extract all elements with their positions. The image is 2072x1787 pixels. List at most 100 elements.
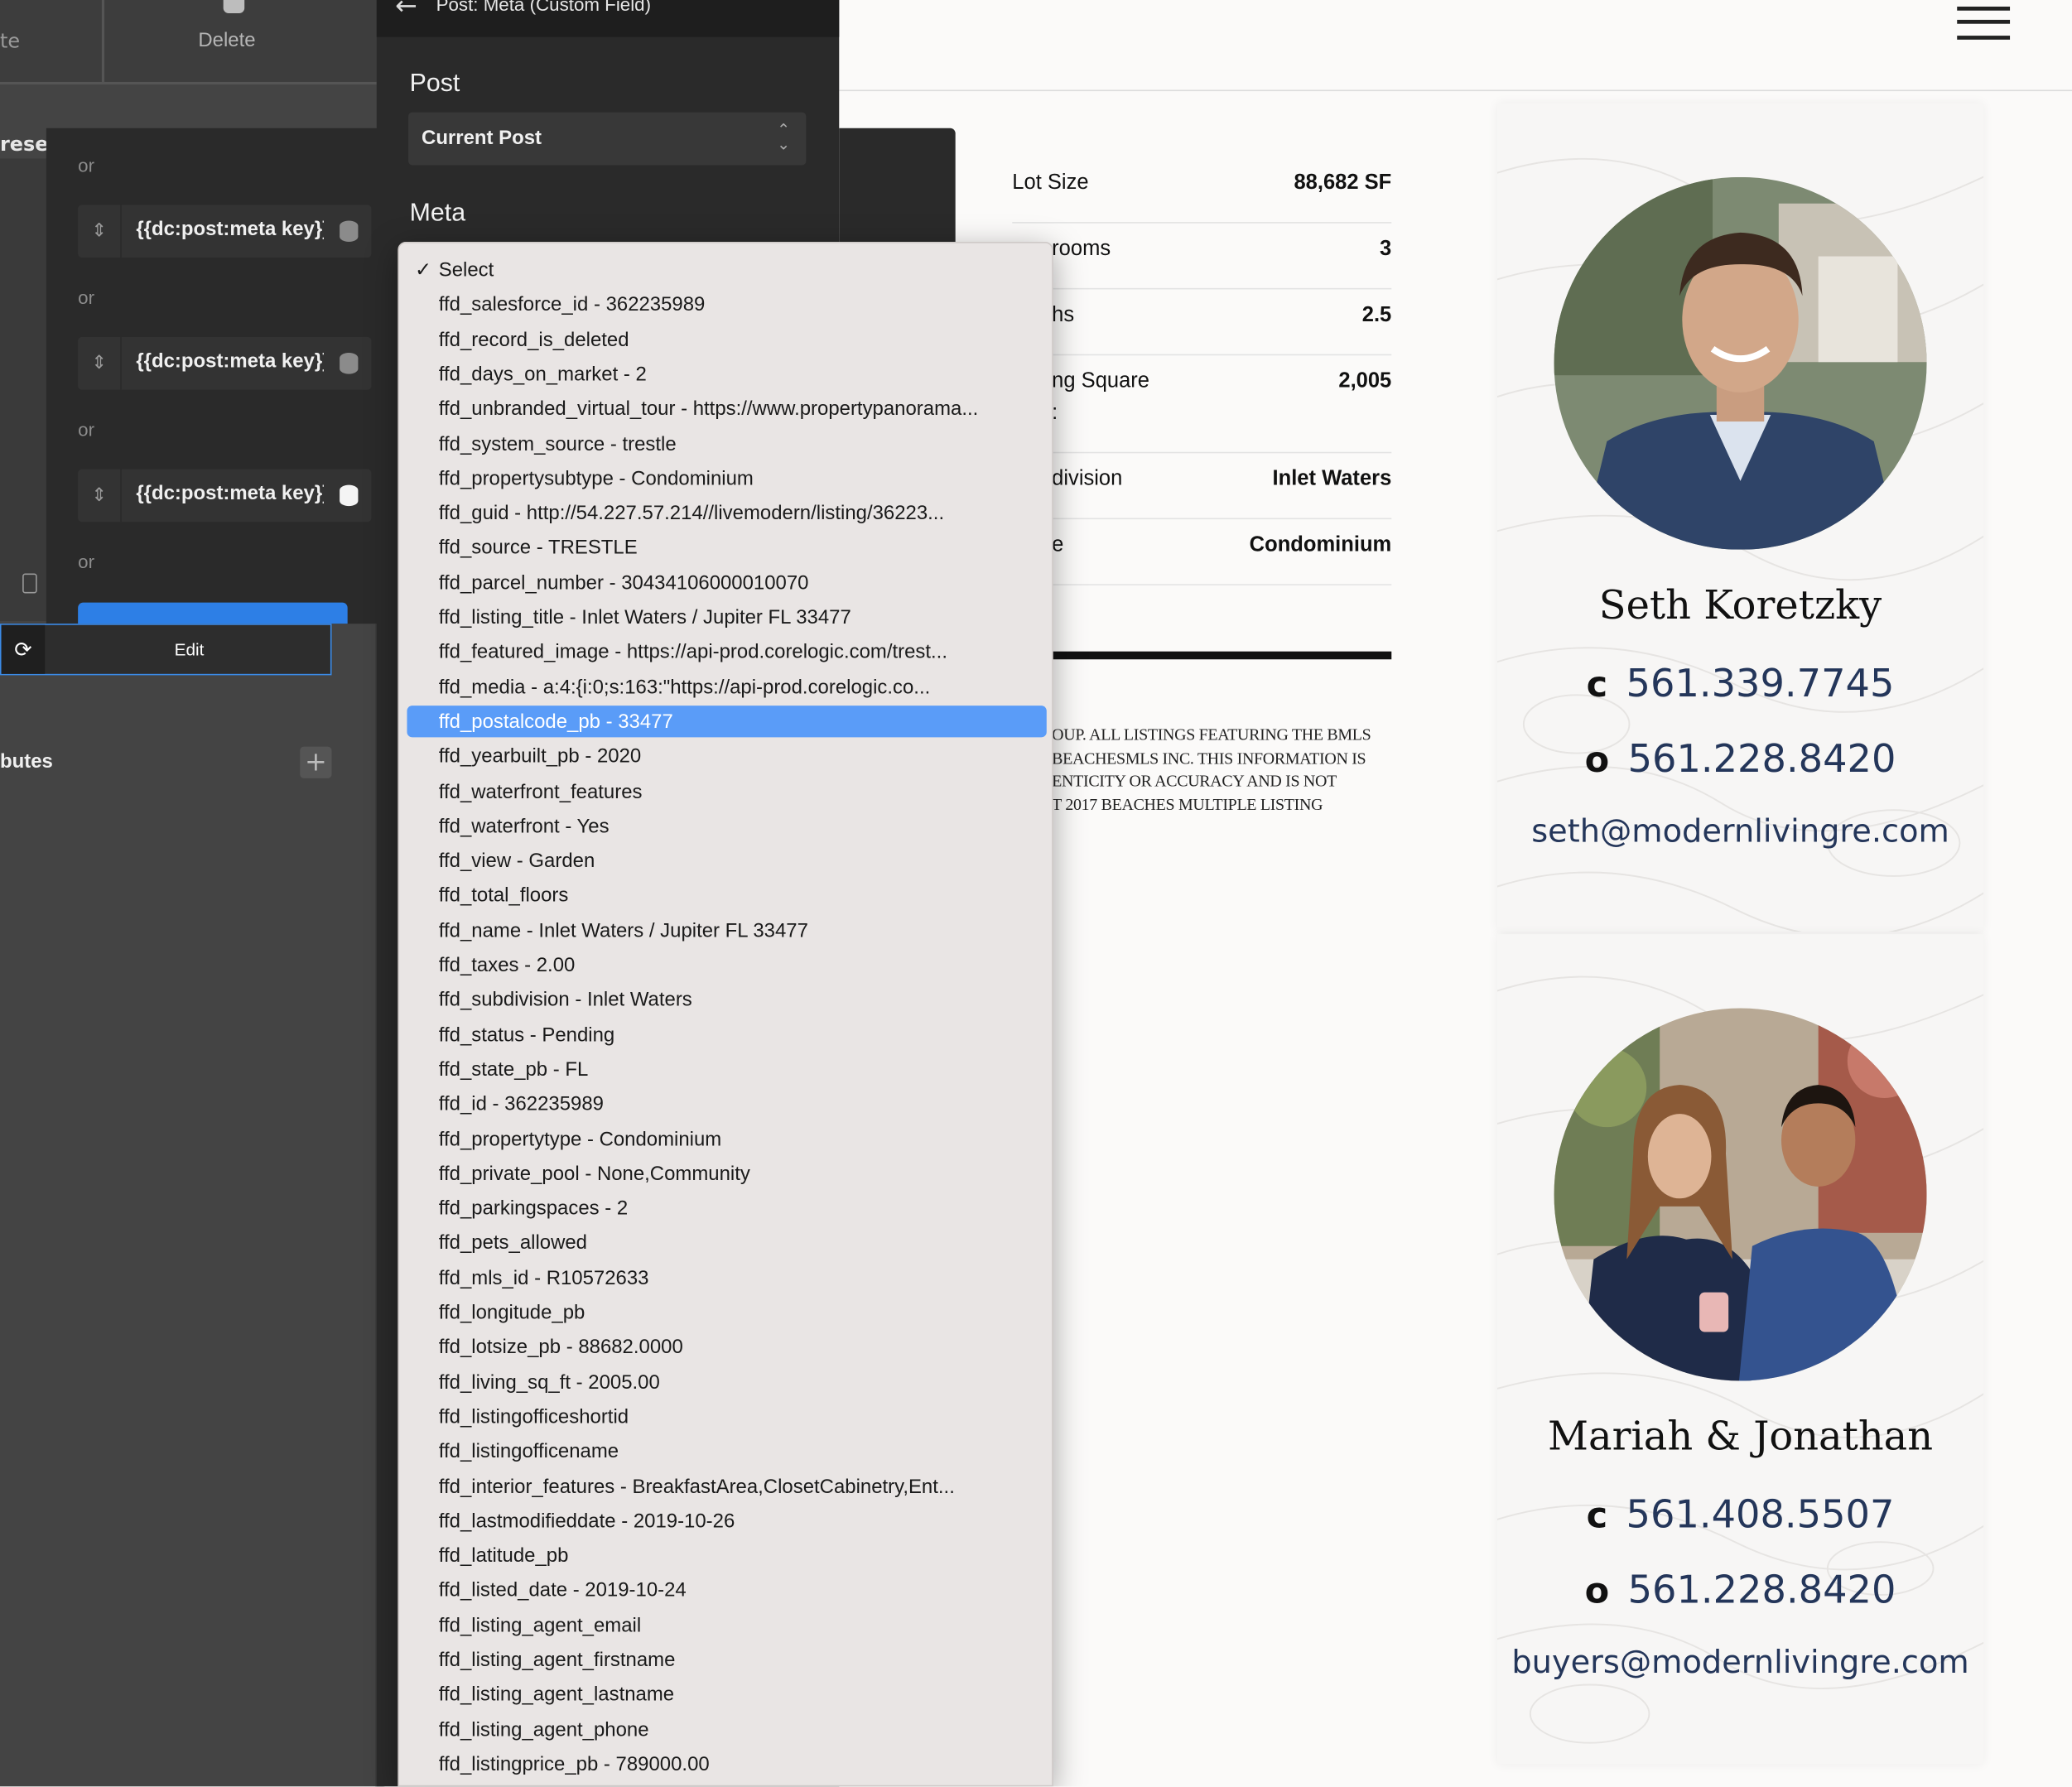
agent-office-phone[interactable]: o 561.228.8420 xyxy=(1497,1568,1983,1612)
condition-field[interactable]: ⇕ {{dc:post:meta key}} xyxy=(78,336,372,390)
agent-cell-phone[interactable]: c 561.408.5507 xyxy=(1497,1492,1983,1537)
dropdown-option[interactable]: ffd_featured_image - https://api-prod.co… xyxy=(407,636,1046,667)
dropdown-option[interactable]: ffd_postalcode_pb - 33477 xyxy=(407,705,1047,738)
dropdown-option[interactable]: ffd_state_pb - FL xyxy=(407,1053,1046,1085)
dropdown-option[interactable]: ffd_lastmodifieddate - 2019-10-26 xyxy=(407,1505,1046,1536)
dropdown-option[interactable]: ffd_waterfront - Yes xyxy=(407,810,1046,841)
back-arrow-icon[interactable]: ← xyxy=(395,0,417,22)
dropdown-option[interactable]: ffd_view - Garden xyxy=(407,845,1046,876)
post-select[interactable]: Current Post ⌃ ⌄ xyxy=(408,112,807,166)
dropdown-option[interactable]: ffd_unbranded_virtual_tour - https://www… xyxy=(407,393,1046,424)
dropdown-option[interactable]: ffd_lotsize_pb - 88682.0000 xyxy=(407,1331,1046,1362)
dropdown-option[interactable]: ffd_pets_allowed xyxy=(407,1226,1046,1258)
attributes-section-label[interactable]: butes xyxy=(0,750,53,773)
dynamic-data-icon[interactable] xyxy=(340,353,359,374)
dropdown-option[interactable]: ffd_guid - http://54.227.57.214//livemod… xyxy=(407,497,1046,528)
dropdown-option[interactable]: ffd_subdivision - Inlet Waters xyxy=(407,984,1046,1015)
dropdown-option[interactable]: ffd_record_is_deleted xyxy=(407,323,1046,354)
dropdown-option[interactable]: ffd_id - 362235989 xyxy=(407,1088,1046,1120)
dropdown-option[interactable]: ffd_status - Pending xyxy=(407,1019,1046,1050)
office-number[interactable]: 561.228.8420 xyxy=(1628,736,1896,781)
office-prefix: o xyxy=(1584,739,1610,782)
edit-button[interactable]: Edit xyxy=(175,639,205,659)
dropdown-option[interactable]: ffd_propertysubtype - Condominium xyxy=(407,462,1046,494)
condition-value[interactable]: {{dc:post:meta key}} xyxy=(136,218,324,240)
cell-number[interactable]: 561.339.7745 xyxy=(1626,661,1895,706)
select-chevron-icon: ⌃ ⌄ xyxy=(777,120,791,154)
screen: Lot Size 88,682 SF rooms 3 hs 2.5 ng Squ… xyxy=(0,0,2072,1787)
cell-number[interactable]: 561.408.5507 xyxy=(1626,1492,1895,1537)
dropdown-option[interactable]: ffd_system_source - trestle xyxy=(407,427,1046,459)
dropdown-option[interactable]: ffd_private_pool - None,Community xyxy=(407,1158,1046,1189)
property-row-subdivision: division Inlet Waters xyxy=(1052,452,1392,520)
dropdown-option-label: ffd_listingofficename xyxy=(438,1440,619,1463)
dropdown-option[interactable]: ffd_name - Inlet Waters / Jupiter FL 334… xyxy=(407,914,1046,946)
sort-handle-icon[interactable]: ⇕ xyxy=(78,336,122,390)
sort-handle-icon[interactable]: ⇕ xyxy=(78,205,122,258)
dynamic-data-icon[interactable] xyxy=(340,220,359,243)
dropdown-option[interactable]: ffd_yearbuilt_pb - 2020 xyxy=(407,740,1046,772)
builder-strip xyxy=(0,158,46,621)
dropdown-option[interactable]: ffd_latitude_pb xyxy=(407,1539,1046,1571)
condition-value[interactable]: {{dc:post:meta key}} xyxy=(136,350,324,373)
sort-handle-icon[interactable]: ⇕ xyxy=(78,469,122,523)
dropdown-option[interactable]: ffd_living_sq_ft - 2005.00 xyxy=(407,1366,1046,1397)
or-label: or xyxy=(78,287,95,308)
agent-cell-phone[interactable]: c 561.339.7745 xyxy=(1497,661,1983,706)
disclaimer-line: ENTICITY OR ACCURACY AND IS NOT xyxy=(1052,771,1337,791)
dynamic-data-icon[interactable] xyxy=(340,484,359,507)
property-value: Condominium xyxy=(1249,533,1392,556)
dropdown-option[interactable]: ffd_listing_agent_email xyxy=(407,1609,1046,1640)
refresh-icon[interactable]: ⟳ xyxy=(1,624,46,674)
dropdown-option[interactable]: ffd_parkingspaces - 2 xyxy=(407,1192,1046,1223)
agent-email[interactable]: buyers@modernlivingre.com xyxy=(1497,1644,1983,1681)
dropdown-option[interactable]: ffd_parcel_number - 30434106000010070 xyxy=(407,566,1046,598)
dropdown-option-label: ffd_view - Garden xyxy=(438,850,595,873)
dropdown-option[interactable]: ffd_listing_agent_lastname xyxy=(407,1679,1046,1710)
add-condition-group-button[interactable] xyxy=(78,602,348,624)
dropdown-option[interactable]: ffd_propertytype - Condominium xyxy=(407,1123,1046,1154)
dropdown-option[interactable]: ffd_listingprice_pb - 789000.00 xyxy=(407,1748,1046,1780)
dropdown-option[interactable]: ffd_listing_agent_firstname xyxy=(407,1644,1046,1675)
meta-key-dropdown[interactable]: ✓ Select ffd_salesforce_id - 362235989 ffd_… xyxy=(398,242,1053,1787)
dropdown-option[interactable]: ffd_taxes - 2.00 xyxy=(407,949,1046,980)
property-label: Lot Size xyxy=(1012,171,1089,195)
office-number[interactable]: 561.228.8420 xyxy=(1628,1568,1896,1612)
condition-field[interactable]: ⇕ {{dc:post:meta key}} xyxy=(78,205,372,258)
dropdown-option[interactable]: ffd_mls_id - R10572633 xyxy=(407,1261,1046,1293)
dropdown-option[interactable]: ffd_media - a:4:{i:0;s:163:"https://api-… xyxy=(407,671,1046,702)
hamburger-menu-icon[interactable] xyxy=(1950,0,2017,47)
agent-name: Mariah & Jonathan xyxy=(1548,1414,1934,1461)
agent-office-phone[interactable]: o 561.228.8420 xyxy=(1497,736,1983,781)
builder-toolbar xyxy=(0,0,377,85)
agent-email[interactable]: seth@modernlivingre.com xyxy=(1497,812,1983,850)
condition-field-active[interactable]: ⇕ {{dc:post:meta key}} xyxy=(78,469,372,523)
dropdown-option-label: ffd_listing_agent_phone xyxy=(438,1718,649,1741)
toolbar-partial-label[interactable]: te xyxy=(0,29,20,53)
dropdown-option[interactable]: ffd_total_floors xyxy=(407,879,1046,911)
delete-button[interactable]: Delete xyxy=(198,29,255,51)
dropdown-option-label: ffd_total_floors xyxy=(438,884,569,908)
condition-value[interactable]: {{dc:post:meta key}} xyxy=(136,482,324,504)
edit-bar[interactable]: ⟳ Edit xyxy=(0,624,332,676)
agent-photo xyxy=(1554,1008,1927,1381)
dropdown-option[interactable]: ffd_interior_features - BreakfastArea,Cl… xyxy=(407,1470,1046,1501)
dropdown-option[interactable]: ffd_listing_title - Inlet Waters / Jupit… xyxy=(407,601,1046,633)
dropdown-option[interactable]: ffd_longitude_pb xyxy=(407,1296,1046,1327)
disclaimer-line: T 2017 BEACHES MULTIPLE LISTING xyxy=(1052,794,1323,814)
mobile-device-icon[interactable] xyxy=(22,573,37,594)
dropdown-option-select[interactable]: ✓ Select xyxy=(407,253,1046,285)
dropdown-option[interactable]: ffd_listing_agent_phone xyxy=(407,1713,1046,1745)
dropdown-option[interactable]: ffd_source - TRESTLE xyxy=(407,532,1046,563)
dropdown-option[interactable]: ffd_listed_date - 2019-10-24 xyxy=(407,1574,1046,1606)
property-value: 2.5 xyxy=(1361,304,1392,327)
dropdown-option[interactable]: ffd_waterfront_features xyxy=(407,775,1046,807)
dropdown-option-label: ffd_status - Pending xyxy=(438,1024,615,1047)
dropdown-option[interactable]: ffd_salesforce_id - 362235989 xyxy=(407,288,1046,320)
panel-edge xyxy=(839,128,956,248)
dropdown-option-label: ffd_featured_image - https://api-prod.co… xyxy=(438,641,947,664)
dropdown-option[interactable]: ffd_days_on_market - 2 xyxy=(407,358,1046,389)
add-attribute-button[interactable]: + xyxy=(300,747,332,778)
dropdown-option[interactable]: ffd_listingofficename xyxy=(407,1435,1046,1467)
dropdown-option[interactable]: ffd_listingofficeshortid xyxy=(407,1400,1046,1432)
